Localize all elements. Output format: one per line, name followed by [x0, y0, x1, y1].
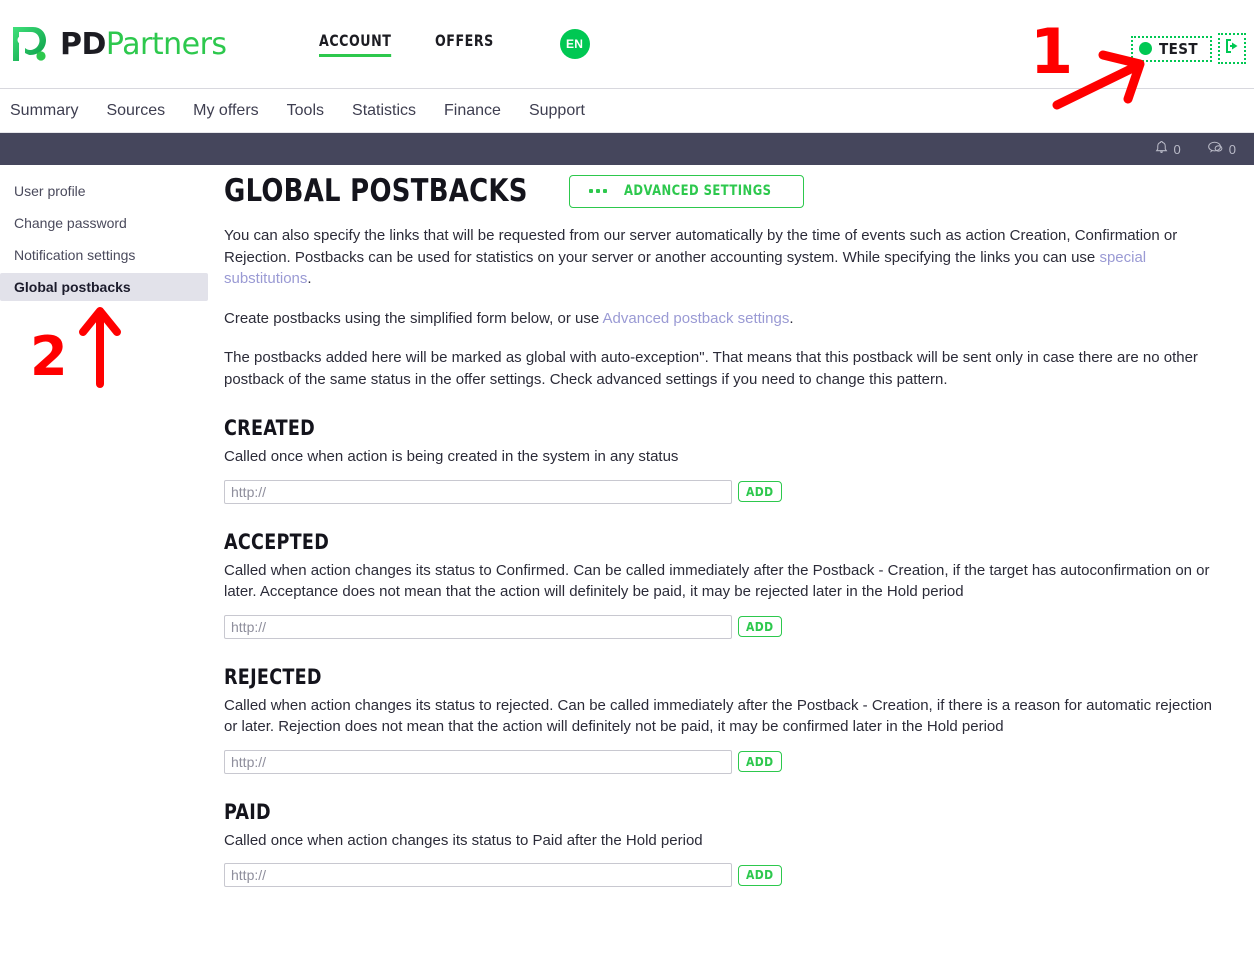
section-input-row-paid: ADD: [224, 863, 1234, 887]
notifications-indicator[interactable]: 0: [1154, 140, 1181, 158]
section-input-row-rejected: ADD: [224, 749, 1234, 774]
nav-item-support[interactable]: Support: [529, 102, 585, 120]
postback-url-input-created[interactable]: [224, 479, 732, 504]
brand-wordmark: PDPartners: [60, 27, 227, 62]
page-header-row: GLOBAL POSTBACKS ADVANCED SETTINGS: [224, 173, 1234, 209]
messages-indicator[interactable]: 0: [1207, 140, 1236, 158]
nav-item-summary[interactable]: Summary: [10, 102, 78, 120]
logout-arrow-icon: [1222, 36, 1242, 61]
add-button-paid[interactable]: ADD: [738, 864, 782, 886]
postback-url-input-paid[interactable]: [224, 863, 732, 887]
sidebar-item-notification-settings[interactable]: Notification settings: [0, 241, 208, 269]
page-body: User profile Change password Notificatio…: [0, 165, 1254, 891]
sidebar-item-change-password[interactable]: Change password: [0, 209, 208, 237]
nav-item-my-offers[interactable]: My offers: [193, 102, 259, 120]
intro-p1-text-b: .: [307, 270, 312, 287]
advanced-settings-label: ADVANCED SETTINGS: [623, 183, 772, 199]
sidebar-item-global-postbacks[interactable]: Global postbacks: [0, 273, 208, 301]
tab-offers[interactable]: OFFERS: [435, 31, 494, 57]
brand-name-bold: PD: [60, 26, 106, 62]
intro-paragraph-2: Create postbacks using the simplified fo…: [224, 308, 1222, 330]
section-title-paid: PAID: [224, 799, 271, 824]
section-desc-accepted: Called when action changes its status to…: [224, 561, 1210, 601]
utility-bar: 0 0: [0, 133, 1254, 165]
section-title-created: CREATED: [224, 416, 316, 440]
status-dot-icon: [1139, 42, 1153, 55]
nav-item-finance[interactable]: Finance: [444, 102, 501, 120]
intro-p1-text-a: You can also specify the links that will…: [224, 227, 1178, 266]
add-button-created[interactable]: ADD: [738, 481, 782, 502]
add-button-accepted[interactable]: ADD: [738, 616, 782, 637]
messages-count: 0: [1228, 141, 1236, 157]
sidebar-item-user-profile[interactable]: User profile: [0, 177, 208, 205]
pd-droplet-logo-icon: [10, 24, 50, 64]
postback-url-input-rejected[interactable]: [224, 749, 732, 774]
section-desc-paid: Called once when action changes its stat…: [224, 831, 703, 849]
add-button-rejected[interactable]: ADD: [738, 751, 782, 772]
intro-p2-text-b: .: [789, 309, 794, 327]
header-tabs: ACCOUNT OFFERS: [318, 31, 502, 57]
main-content: GLOBAL POSTBACKS ADVANCED SETTINGS You c…: [208, 165, 1254, 891]
brand-logo[interactable]: PDPartners: [10, 24, 227, 64]
notifications-count: 0: [1173, 141, 1181, 157]
intro-paragraph-1: You can also specify the links that will…: [224, 225, 1222, 290]
postback-url-input-accepted[interactable]: [224, 614, 732, 639]
nav-item-statistics[interactable]: Statistics: [352, 102, 416, 120]
account-status-badge[interactable]: TEST: [1131, 35, 1212, 62]
main-navigation: Summary Sources My offers Tools Statisti…: [0, 89, 1254, 133]
three-dots-icon: [588, 189, 607, 193]
page-title: GLOBAL POSTBACKS: [224, 173, 528, 209]
section-desc-created: Called once when action is being created…: [224, 448, 679, 465]
advanced-settings-button[interactable]: ADVANCED SETTINGS: [568, 174, 804, 208]
section-desc-rejected: Called when action changes its status to…: [224, 696, 1213, 736]
header-account-area: TEST: [1131, 33, 1246, 64]
logout-button[interactable]: [1218, 33, 1246, 64]
section-title-rejected: REJECTED: [224, 664, 322, 689]
tab-account[interactable]: ACCOUNT: [318, 31, 392, 57]
section-input-row-accepted: ADD: [224, 614, 1234, 639]
bell-icon: [1154, 140, 1169, 158]
nav-item-tools[interactable]: Tools: [287, 102, 324, 120]
status-badge-label: TEST: [1159, 39, 1198, 58]
language-switcher[interactable]: EN: [559, 29, 590, 59]
app-page: PDPartners ACCOUNT OFFERS EN TEST Summar…: [0, 0, 1254, 961]
advanced-postback-settings-link[interactable]: Advanced postback settings: [603, 310, 790, 327]
account-sidebar: User profile Change password Notificatio…: [0, 165, 208, 305]
intro-paragraph-3: The postbacks added here will be marked …: [224, 349, 1198, 388]
intro-p2-text-a: Create postbacks using the simplified fo…: [224, 309, 603, 327]
top-header: PDPartners ACCOUNT OFFERS EN TEST: [0, 0, 1254, 89]
section-input-row-created: ADD: [224, 479, 1234, 504]
section-title-accepted: ACCEPTED: [224, 529, 330, 554]
brand-name-light: Partners: [105, 26, 227, 62]
nav-item-sources[interactable]: Sources: [106, 102, 165, 120]
chat-bubble-icon: [1207, 140, 1224, 158]
